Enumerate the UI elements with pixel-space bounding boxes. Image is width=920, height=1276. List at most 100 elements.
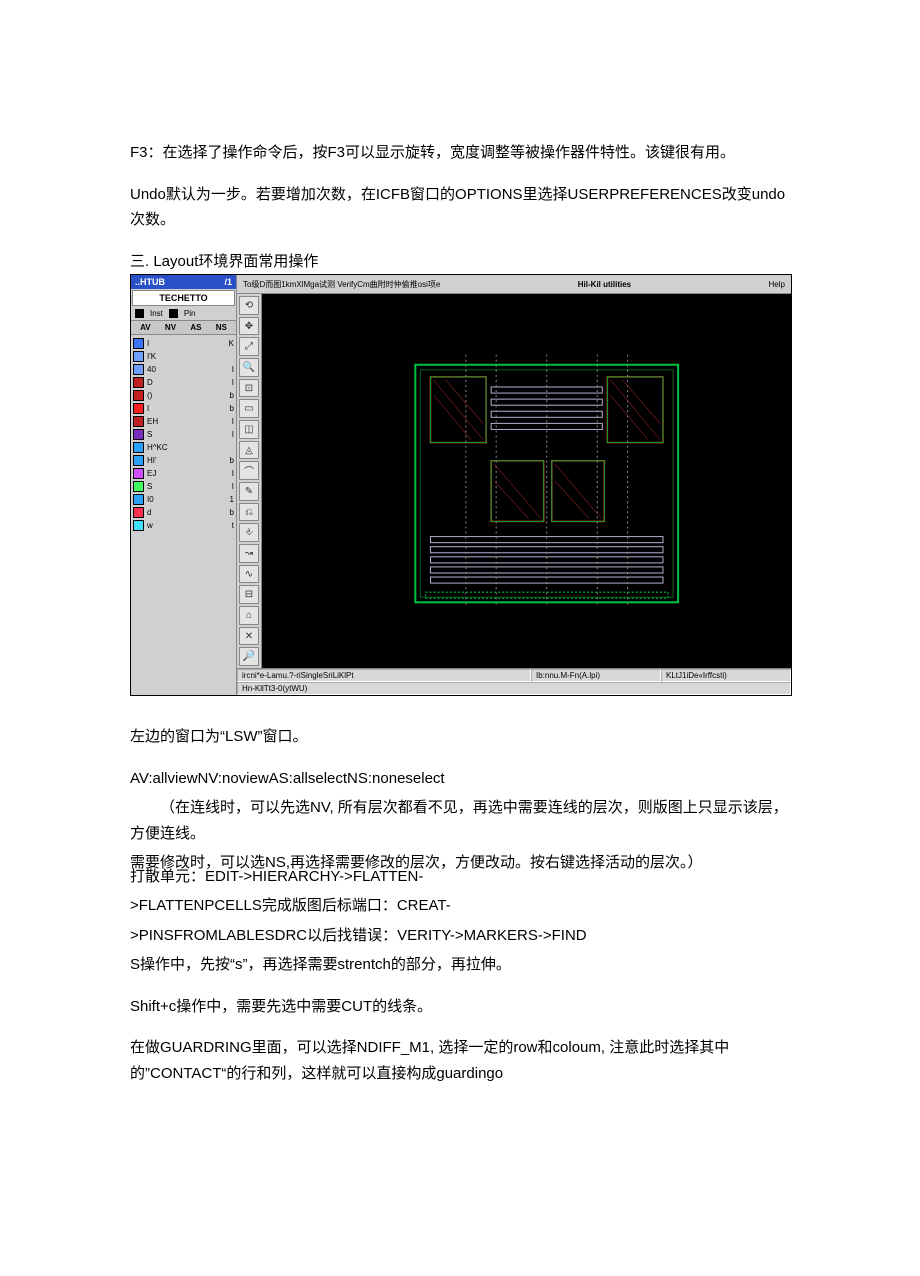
paragraph-f3: F3：在选择了操作命令后，按F3可以显示旋转，宽度调整等被操作器件特性。该键很有…	[130, 140, 790, 166]
lsw-av[interactable]: AV	[140, 323, 151, 332]
layer-swatch-icon	[133, 481, 144, 492]
status-cell-2: Ib:nnu.M-Fn(A.lpi)	[531, 669, 661, 682]
paragraph-s-op: S操作中，先按“s”，再选择需要strentch的部分，再拉伸。	[130, 952, 790, 978]
layer-row[interactable]: EH I	[133, 415, 234, 428]
lsw-panel: ..HTUB /1 TECHETTO Inst Pin AV NV AS NS …	[131, 275, 237, 695]
tool-button[interactable]: ◫	[239, 420, 259, 439]
tool-button[interactable]: ▭	[239, 399, 259, 418]
layer-label-right: I	[232, 417, 234, 426]
lsw-header-right: /1	[224, 277, 232, 287]
layout-canvas[interactable]	[262, 294, 791, 668]
layer-label-right: I	[232, 378, 234, 387]
layer-row[interactable]: HI' b	[133, 454, 234, 467]
tool-button[interactable]: 🔎	[239, 647, 259, 666]
lsw-as[interactable]: AS	[190, 323, 201, 332]
layer-label: I	[147, 339, 149, 348]
layer-row[interactable]: I0 1	[133, 493, 234, 506]
layer-swatch-icon	[133, 351, 144, 362]
layer-label: HI'	[147, 456, 157, 465]
menubar-help[interactable]: Help	[769, 280, 785, 289]
paragraph-avnv: AV:allviewNV:noviewAS:allselectNS:nonese…	[130, 766, 790, 792]
status-bottom: Hn-KllTt3-0(ytWU)	[237, 682, 791, 695]
layer-row[interactable]: I'K	[133, 350, 234, 363]
lsw-header-left: ..HTUB	[135, 277, 165, 287]
layer-label: I'K	[147, 352, 156, 361]
layer-swatch-icon	[133, 494, 144, 505]
paragraph-pins: >PINSFROMLABLESDRC以后找错误：VERITY->MARKERS-…	[130, 923, 790, 949]
layer-row[interactable]: IK	[133, 337, 234, 350]
layer-row[interactable]: 40I	[133, 363, 234, 376]
layer-label: EH	[147, 417, 158, 426]
layer-swatch-icon	[133, 416, 144, 427]
layer-swatch-icon	[133, 429, 144, 440]
tool-button[interactable]: ⌒	[239, 461, 259, 480]
tool-button[interactable]: ⌂	[239, 606, 259, 625]
layer-label: EJ	[147, 469, 156, 478]
tool-button[interactable]: 🔍	[239, 358, 259, 377]
layer-swatch-icon	[133, 455, 144, 466]
layer-label: d	[147, 508, 151, 517]
layer-row[interactable]: ()b	[133, 389, 234, 402]
tool-button[interactable]: ↝	[239, 544, 259, 563]
paragraph-undo: Undo默认为一步。若要增加次数，在ICFB窗口的OPTIONS里选择USERP…	[130, 182, 790, 233]
status-cell-3: KLtJ1iDe«Irffcsti)	[661, 669, 791, 682]
tool-button[interactable]: ⟲	[239, 296, 259, 315]
layer-row[interactable]: SI	[133, 428, 234, 441]
lsw-cat-pin[interactable]: Pin	[184, 309, 196, 318]
lsw-ns[interactable]: NS	[216, 323, 227, 332]
tool-button[interactable]: ✎	[239, 482, 259, 501]
layer-row[interactable]: db	[133, 506, 234, 519]
layout-editor-screenshot: ..HTUB /1 TECHETTO Inst Pin AV NV AS NS …	[130, 274, 792, 696]
layer-swatch-icon	[133, 507, 144, 518]
layer-label: S	[147, 430, 152, 439]
tool-button[interactable]: ✕	[239, 627, 259, 646]
tool-button[interactable]: ⤢	[239, 337, 259, 356]
menubar: To级D而图1kmXlMga试测 VerifyCm曲附时仲偷推osi项e Hil…	[237, 275, 791, 294]
tool-button[interactable]: ⊡	[239, 379, 259, 398]
layer-swatch-icon	[133, 468, 144, 479]
layer-swatch-icon	[133, 390, 144, 401]
tool-button[interactable]: ⎌	[239, 503, 259, 522]
layer-label: ()	[147, 391, 152, 400]
paragraph-flatten: >FLATTENPCELLS完成版图后标端口：CREAT-	[130, 893, 790, 919]
lsw-category-row: Inst Pin	[131, 307, 236, 320]
lsw-header: ..HTUB /1	[131, 275, 236, 289]
tool-button[interactable]: ∿	[239, 565, 259, 584]
tool-button[interactable]: ✥	[239, 317, 259, 336]
layer-swatch-icon	[133, 403, 144, 414]
layer-list: IKI'K40IDI()bIbEHISIH^KCHI'bEJISII01dbwt	[131, 335, 236, 534]
layer-swatch-icon	[133, 377, 144, 388]
lsw-cat-inst[interactable]: Inst	[150, 309, 163, 318]
toolbar: ⟲ ✥⤢ 🔍 ⊡▭ ◫ ◬⌒ ✎ ⎌⎀ ↝ ∿⊟ ⌂ ✕🔎	[237, 294, 262, 668]
tool-button[interactable]: ⎀	[239, 523, 259, 542]
layer-label-right: b	[230, 508, 234, 517]
menubar-mid[interactable]: Hil-Kil utilities	[578, 280, 631, 289]
layer-label-right: I	[232, 430, 234, 439]
checkbox-icon[interactable]	[135, 309, 144, 318]
menubar-left[interactable]: To级D而图1kmXlMga试测 VerifyCm曲附时仲偷推osi项e	[243, 279, 440, 290]
layer-label-right: b	[230, 456, 234, 465]
layer-row[interactable]: H^KC	[133, 441, 234, 454]
layer-row[interactable]: DI	[133, 376, 234, 389]
layer-row[interactable]: SI	[133, 480, 234, 493]
layer-label-right: t	[232, 521, 234, 530]
paragraph-shiftc: Shift+c操作中，需要先选中需要CUT的线条。	[130, 994, 790, 1020]
editor-main-row: ⟲ ✥⤢ 🔍 ⊡▭ ◫ ◬⌒ ✎ ⎌⎀ ↝ ∿⊟ ⌂ ✕🔎	[237, 294, 791, 668]
tool-button[interactable]: ◬	[239, 441, 259, 460]
layer-row[interactable]: EJI	[133, 467, 234, 480]
layer-swatch-icon	[133, 442, 144, 453]
layer-label: H^KC	[147, 443, 168, 452]
paragraph-lsw: 左边的窗口为“LSW”窗口。	[130, 724, 790, 750]
layer-row[interactable]: Ib	[133, 402, 234, 415]
lsw-av-row: AV NV AS NS	[131, 320, 236, 335]
tool-button[interactable]: ⊟	[239, 585, 259, 604]
checkbox-icon[interactable]	[169, 309, 178, 318]
layer-label-right: 1	[230, 495, 234, 504]
layer-label: I0	[147, 495, 154, 504]
paragraph-guardring: 在做GUARDRING里面，可以选择NDIFF_M1, 选择一定的row和col…	[130, 1035, 790, 1086]
lsw-nv[interactable]: NV	[165, 323, 176, 332]
layer-row[interactable]: wt	[133, 519, 234, 532]
layer-swatch-icon	[133, 520, 144, 531]
layer-label-right: I	[232, 482, 234, 491]
section-title: 三. Layout环境界面常用操作	[130, 249, 790, 275]
